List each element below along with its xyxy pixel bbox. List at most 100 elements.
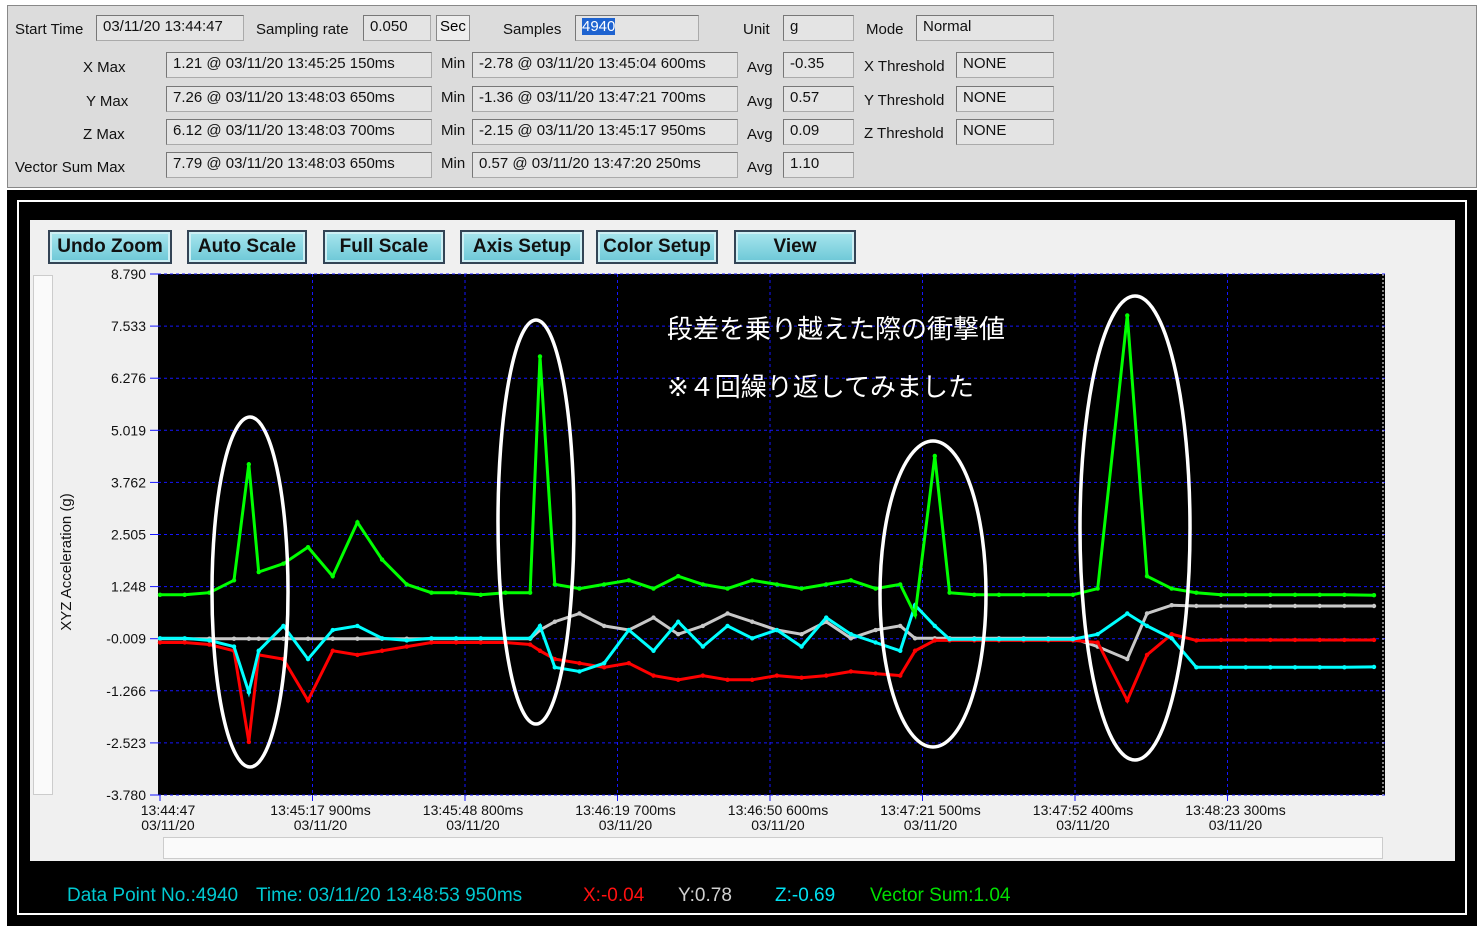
data-point — [404, 582, 409, 587]
data-point — [1268, 592, 1273, 598]
data-point — [1125, 698, 1130, 703]
status-x: X:-0.04 — [583, 885, 645, 906]
data-point — [577, 660, 582, 666]
y-tick-label: 7.533 — [111, 318, 146, 334]
x-tick-label: 03/11/20 — [904, 817, 958, 833]
data-point — [1169, 602, 1174, 608]
data-point — [1292, 637, 1298, 643]
x-tick-label: 03/11/20 — [599, 817, 653, 833]
data-point — [750, 636, 755, 641]
data-point — [577, 586, 582, 591]
y-tick-label: 3.762 — [111, 474, 146, 490]
data-point — [932, 453, 937, 459]
data-point — [848, 669, 854, 674]
data-point — [675, 573, 681, 579]
data-point — [651, 586, 656, 591]
data-point — [330, 648, 335, 653]
data-point — [478, 592, 483, 598]
x-tick-label: 13:44:47 — [141, 802, 196, 818]
data-point — [246, 636, 252, 641]
data-point — [700, 582, 706, 587]
data-point — [1125, 656, 1130, 662]
data-point — [848, 636, 854, 641]
data-point — [626, 578, 632, 583]
data-point — [305, 698, 311, 703]
data-point — [1243, 637, 1248, 643]
data-point — [1292, 603, 1298, 609]
data-point — [1125, 313, 1130, 318]
data-point — [330, 573, 335, 579]
data-point — [503, 590, 508, 595]
data-point — [1268, 603, 1273, 609]
data-point — [1371, 637, 1377, 643]
data-point — [527, 590, 533, 595]
data-point — [873, 586, 878, 591]
data-point — [700, 623, 706, 629]
data-point — [305, 544, 311, 550]
data-point — [207, 642, 212, 647]
y-tick-label: -2.523 — [106, 735, 146, 751]
data-point — [355, 652, 360, 658]
data-point — [725, 623, 730, 629]
data-point — [848, 631, 854, 637]
data-point — [1218, 637, 1224, 643]
data-point — [1243, 592, 1248, 598]
data-point — [1268, 665, 1273, 670]
data-point — [1046, 636, 1051, 642]
data-point — [700, 644, 706, 649]
data-point — [281, 623, 286, 629]
data-point — [379, 557, 385, 562]
data-point — [1144, 623, 1150, 629]
data-point — [453, 636, 459, 641]
data-point — [330, 627, 335, 633]
annotation-text: 段差を乗り越えた際の衝撃値 — [667, 315, 1005, 345]
status-data-point: Data Point No.:4940 — [67, 885, 239, 906]
y-tick-label: -3.780 — [106, 787, 146, 803]
data-point — [256, 648, 261, 653]
data-point — [774, 627, 780, 633]
x-tick-label: 03/11/20 — [1056, 817, 1110, 833]
data-point — [537, 354, 543, 359]
data-point — [898, 673, 903, 678]
data-point — [527, 642, 533, 647]
x-tick-label: 13:47:52 400ms — [1033, 802, 1133, 818]
y-tick-label: 6.276 — [111, 370, 146, 386]
data-point — [675, 631, 681, 637]
data-point — [246, 690, 252, 695]
data-point — [651, 615, 656, 620]
data-point — [601, 660, 607, 666]
data-point — [873, 627, 878, 633]
data-point — [1046, 592, 1051, 598]
y-axis-label: XYZ Acceleration (g) — [58, 493, 75, 631]
data-point — [601, 665, 607, 670]
data-point — [1144, 573, 1150, 579]
data-point — [725, 586, 730, 591]
data-point — [1194, 590, 1199, 595]
data-point — [157, 636, 163, 641]
x-tick-label: 03/11/20 — [1209, 817, 1263, 833]
data-point — [824, 615, 829, 620]
data-point — [182, 592, 187, 598]
y-tick-label: 2.505 — [111, 527, 146, 543]
data-point — [429, 640, 434, 645]
data-point — [330, 636, 335, 641]
data-point — [231, 578, 237, 583]
status-time: Time: 03/11/20 13:48:53 950ms — [256, 885, 523, 906]
data-point — [355, 520, 360, 525]
data-point — [932, 638, 937, 643]
x-tick-label: 03/11/20 — [141, 817, 195, 833]
data-point — [1021, 592, 1026, 598]
status-vector-sum: Vector Sum:1.04 — [870, 885, 1011, 906]
data-point — [947, 636, 952, 642]
data-point — [824, 582, 829, 587]
data-point — [700, 673, 706, 678]
y-tick-label: 8.790 — [111, 266, 146, 282]
data-point — [651, 648, 656, 653]
data-point — [1144, 652, 1150, 658]
y-tick-label: -0.009 — [106, 631, 146, 647]
data-point — [281, 561, 286, 566]
data-point — [725, 677, 730, 682]
data-point — [799, 644, 804, 649]
x-tick-label: 13:48:23 300ms — [1185, 802, 1285, 818]
chart-plot: 8.790 7.533 6.276 5.019 3.762 2.505 1.248 -0.00… — [58, 266, 1385, 833]
